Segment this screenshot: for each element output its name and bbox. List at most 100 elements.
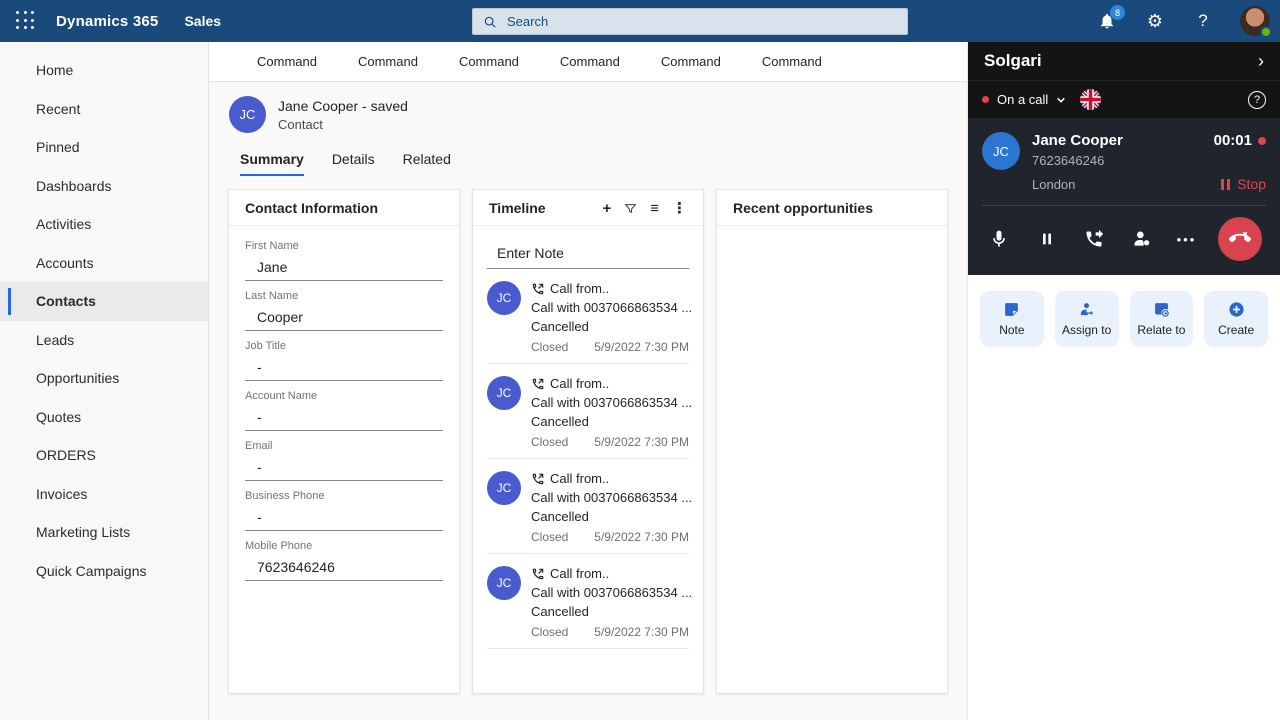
note-button[interactable]: Note xyxy=(980,291,1044,347)
entry-state: Cancelled xyxy=(531,604,589,619)
tab-related[interactable]: Related xyxy=(403,151,451,176)
entry-subject: Call from.. xyxy=(550,566,610,581)
app-launcher-icon[interactable] xyxy=(16,11,36,31)
solgari-panel: Solgari › On a call ? JC Jane Cooper 762… xyxy=(968,42,1280,720)
action-label: Note xyxy=(999,323,1025,337)
field-label: Last Name xyxy=(245,290,299,302)
entry-state: Cancelled xyxy=(531,319,589,334)
app-area-title[interactable]: Sales xyxy=(184,13,221,29)
recording-dot-icon xyxy=(1258,136,1266,145)
entry-state: Cancelled xyxy=(531,414,589,429)
action-label: Create xyxy=(1218,323,1255,337)
entry-status: Closed xyxy=(531,625,569,639)
sidebar-item-quick-campaigns[interactable]: Quick Campaigns xyxy=(0,552,208,591)
active-call-card: JC Jane Cooper 7623646246 London 00:01 S… xyxy=(968,118,1280,275)
timeline-entry[interactable]: JC Call from.. Call with 0037066863534 .… xyxy=(487,459,692,554)
sidebar-item-quotes[interactable]: Quotes xyxy=(0,398,208,437)
command-button-4[interactable]: Command xyxy=(560,54,620,69)
help-button[interactable]: ? xyxy=(1192,10,1214,32)
field-last-name: Last Name Cooper xyxy=(245,290,443,331)
person-add-icon xyxy=(1134,231,1150,246)
field-value[interactable]: - xyxy=(245,502,443,531)
field-value[interactable]: - xyxy=(245,352,443,381)
relate-to-button[interactable]: Relate to xyxy=(1129,291,1194,347)
add-timeline-record-icon[interactable]: + xyxy=(602,201,611,216)
more-commands-icon[interactable]: ⋮ xyxy=(672,201,687,216)
collapse-panel-icon[interactable]: › xyxy=(1258,52,1264,70)
sidebar-item-accounts[interactable]: Accounts xyxy=(0,244,208,283)
caller-location: London xyxy=(1032,177,1076,192)
sidebar-item-pinned[interactable]: Pinned xyxy=(0,128,208,167)
hold-button[interactable] xyxy=(1034,226,1060,252)
sidebar-item-invoices[interactable]: Invoices xyxy=(0,475,208,514)
add-participant-button[interactable] xyxy=(1129,226,1155,252)
command-button-6[interactable]: Command xyxy=(762,54,822,69)
timeline-entry[interactable]: JC Call from.. Call with 0037066863534 .… xyxy=(487,364,692,459)
field-value[interactable]: - xyxy=(245,402,443,431)
timeline-entry[interactable]: JC Call from.. Call with 0037066863534 .… xyxy=(487,554,692,649)
end-call-icon xyxy=(1228,231,1251,243)
field-label: Mobile Phone xyxy=(245,540,313,552)
mute-button[interactable] xyxy=(986,226,1012,252)
caller-name: Jane Cooper xyxy=(1032,132,1123,149)
help-bubble-icon[interactable]: ? xyxy=(1248,90,1266,109)
field-first-name: First Name Jane xyxy=(245,240,443,281)
timeline-card: Timeline + ≡ ⋮ JC xyxy=(472,189,704,694)
sidebar-item-contacts[interactable]: Contacts xyxy=(0,282,208,321)
timeline-entry[interactable]: JC Call from.. Call with 0037066863534 .… xyxy=(487,269,692,364)
notifications-button[interactable]: 8 xyxy=(1096,5,1125,32)
field-value[interactable]: Jane xyxy=(245,252,443,281)
note-icon xyxy=(1005,303,1019,316)
sort-records-icon[interactable]: ≡ xyxy=(650,201,659,216)
chevron-down-icon[interactable] xyxy=(1056,95,1066,105)
sidebar-item-marketing-lists[interactable]: Marketing Lists xyxy=(0,513,208,552)
relate-icon xyxy=(1155,303,1169,317)
sidebar-item-recent[interactable]: Recent xyxy=(0,90,208,129)
user-avatar[interactable] xyxy=(1240,6,1272,38)
sidebar-item-dashboards[interactable]: Dashboards xyxy=(0,167,208,206)
create-button[interactable]: Create xyxy=(1204,291,1268,347)
settings-button[interactable]: ⚙ xyxy=(1144,10,1166,32)
entry-avatar: JC xyxy=(487,566,521,600)
entry-date: 5/9/2022 7:30 PM xyxy=(594,340,689,354)
sidebar-item-orders[interactable]: ORDERS xyxy=(0,436,208,475)
assign-to-button[interactable]: Assign to xyxy=(1054,291,1119,347)
field-account-name: Account Name - xyxy=(245,390,443,431)
filter-icon[interactable] xyxy=(624,202,637,215)
agent-status-dropdown[interactable]: On a call xyxy=(997,92,1048,107)
recent-opportunities-title: Recent opportunities xyxy=(733,200,874,216)
field-value[interactable]: - xyxy=(245,452,443,481)
command-button-5[interactable]: Command xyxy=(661,54,721,69)
entry-status: Closed xyxy=(531,530,569,544)
enter-note-input[interactable] xyxy=(487,238,689,269)
search-input[interactable] xyxy=(507,14,887,29)
command-button-2[interactable]: Command xyxy=(358,54,418,69)
stop-recording-button[interactable]: Stop xyxy=(1220,176,1266,192)
global-search[interactable] xyxy=(472,8,908,35)
call-from-icon xyxy=(532,283,544,294)
field-email: Email - xyxy=(245,440,443,481)
sidebar-item-activities[interactable]: Activities xyxy=(0,205,208,244)
entry-subject: Call from.. xyxy=(550,376,610,391)
contact-information-card: Contact Information First Name Jane Last… xyxy=(228,189,460,694)
contact-information-title: Contact Information xyxy=(245,200,378,216)
sidebar-item-home[interactable]: Home xyxy=(0,51,208,90)
command-button-1[interactable]: Command xyxy=(257,54,317,69)
field-value[interactable]: 7623646246 xyxy=(245,552,443,581)
call-from-icon xyxy=(532,378,544,389)
entry-date: 5/9/2022 7:30 PM xyxy=(594,435,689,449)
field-value[interactable]: Cooper xyxy=(245,302,443,331)
uk-flag-icon[interactable] xyxy=(1080,89,1102,110)
entry-date: 5/9/2022 7:30 PM xyxy=(594,530,689,544)
agent-status-bar: On a call ? xyxy=(968,80,1280,118)
transfer-call-button[interactable] xyxy=(1081,226,1107,252)
sidebar-item-leads[interactable]: Leads xyxy=(0,321,208,360)
tab-summary[interactable]: Summary xyxy=(240,151,304,176)
sidebar-item-opportunities[interactable]: Opportunities xyxy=(0,359,208,398)
action-label: Relate to xyxy=(1137,323,1186,337)
command-button-3[interactable]: Command xyxy=(459,54,519,69)
more-options-icon[interactable]: ••• xyxy=(1177,232,1197,247)
end-call-button[interactable] xyxy=(1217,217,1262,261)
field-job-title: Job Title - xyxy=(245,340,443,381)
tab-details[interactable]: Details xyxy=(332,151,375,176)
